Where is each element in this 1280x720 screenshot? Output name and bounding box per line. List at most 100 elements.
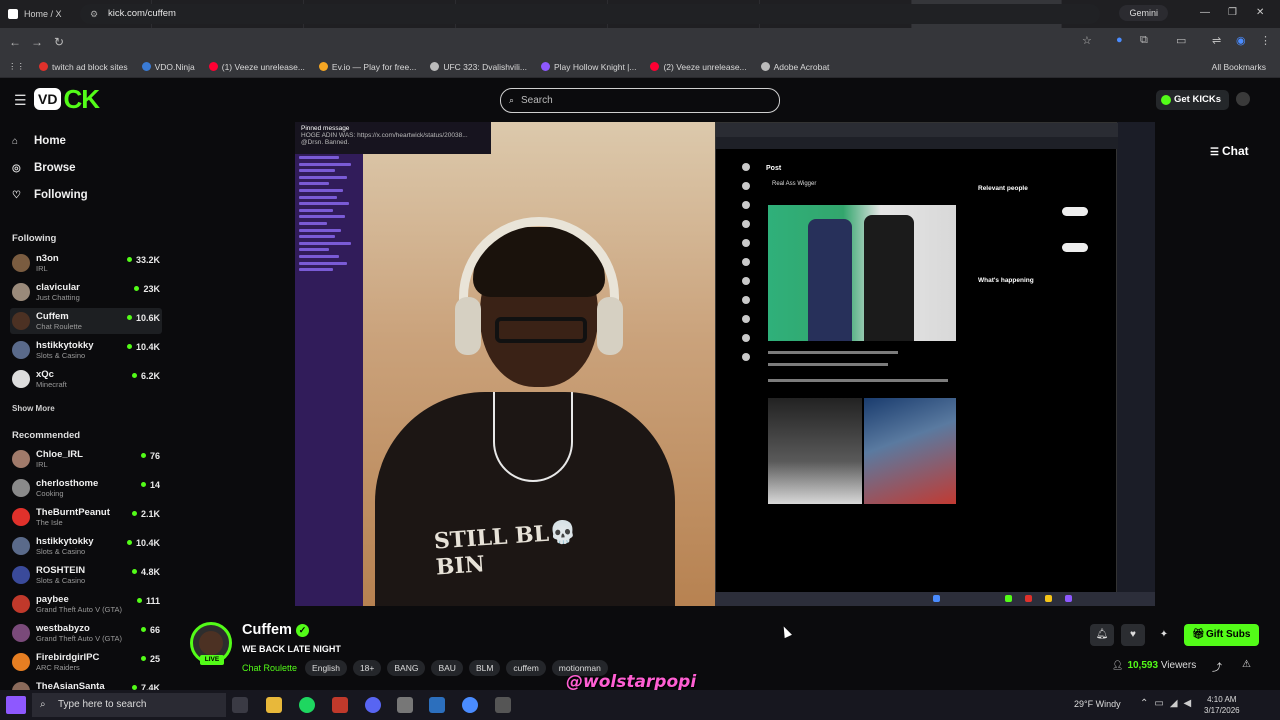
channel-name: n3on — [36, 253, 59, 264]
bookmark-item[interactable]: (2) Veeze unrelease... — [650, 62, 747, 72]
x-more-icon — [742, 353, 750, 361]
sidebar-channel[interactable]: westbabyzo Grand Theft Auto V (GTA) 66 — [10, 620, 162, 646]
pinned-message: Pinned message HOGE ADIN WAS: https://x.… — [295, 122, 491, 154]
earcup-left — [455, 297, 481, 355]
extension-icon[interactable]: ● — [1116, 34, 1123, 46]
sidebar-channel[interactable]: hstikkytokky Slots & Casino 10.4K — [10, 533, 162, 559]
show-more-button[interactable]: Show More — [12, 404, 55, 413]
bookmark-item[interactable]: VDO.Ninja — [141, 62, 195, 72]
share-icon[interactable]: ⤴ — [1212, 659, 1222, 674]
sidebar-channel[interactable]: xQc Minecraft 6.2K — [10, 366, 162, 392]
user-avatar[interactable] — [1236, 92, 1250, 106]
twitch-start-icon[interactable] — [6, 696, 26, 714]
sidebar-channel[interactable]: FirebirdgirlPC ARC Raiders 25 — [10, 649, 162, 675]
bookmark-item[interactable]: Play Hollow Knight |... — [540, 62, 636, 72]
chrome-icon[interactable] — [462, 697, 478, 713]
channel-avatar — [12, 595, 30, 613]
bookmark-item[interactable]: UFC 323: Dvalishvili... — [430, 62, 527, 72]
site-info-icon[interactable]: ⚙ — [90, 4, 98, 24]
search-input[interactable]: ⌕ Search — [500, 88, 780, 113]
browser-menu-icon[interactable]: ⋮ — [1260, 34, 1271, 47]
app-icon[interactable] — [429, 697, 445, 713]
sidebar-channel[interactable]: Cuffem Chat Roulette 10.6K — [10, 308, 162, 334]
kick-logo[interactable]: VD CK — [34, 84, 100, 114]
stream-tag[interactable]: BANG — [387, 660, 426, 676]
nav-browse-label: Browse — [34, 162, 76, 174]
apps-grid-icon[interactable]: ⋮⋮ — [8, 61, 25, 72]
settings-icon[interactable] — [495, 697, 511, 713]
channel-avatar — [12, 450, 30, 468]
stream-tag[interactable]: 18+ — [352, 660, 382, 676]
bookmark-item[interactable]: (1) Veeze unrelease... — [208, 62, 305, 72]
channel-avatar — [12, 370, 30, 388]
report-icon[interactable]: ⚠ — [1242, 659, 1251, 670]
extensions-puzzle-icon[interactable]: ⧉ — [1140, 34, 1148, 47]
url-bar[interactable]: ⚙ kick.com/cuffem — [80, 4, 1100, 24]
close-window-icon[interactable]: ✕ — [1256, 7, 1264, 18]
live-dot-icon — [131, 511, 137, 516]
sidebar-channel[interactable]: Chloe_IRL IRL 76 — [10, 446, 162, 472]
tab-search-icon[interactable]: ⇌ — [1212, 34, 1221, 47]
obs-icon[interactable] — [397, 697, 413, 713]
bookmark-item[interactable]: Adobe Acrobat — [760, 61, 830, 72]
bookmark-favicon-icon — [39, 62, 48, 71]
live-dot-icon — [131, 373, 137, 378]
sidebar-channel[interactable]: TheBurntPeanut The Isle 2.1K — [10, 504, 162, 530]
nav-browse[interactable]: ◎ Browse — [12, 162, 76, 174]
taskbar-search[interactable]: ⌕ Type here to search — [32, 693, 226, 717]
menu-icon[interactable]: ☰ — [14, 92, 27, 109]
app-icon — [1005, 595, 1012, 602]
bookmark-label: Adobe Acrobat — [773, 61, 830, 72]
chat-line — [299, 248, 329, 252]
live-dot-icon — [126, 540, 132, 545]
reload-icon[interactable]: ↻ — [48, 35, 70, 49]
all-bookmarks[interactable]: All Bookmarks — [1212, 62, 1266, 72]
cast-icon[interactable]: ▭ — [1176, 34, 1186, 47]
system-tray-icons[interactable]: ⌃▭◢◀ — [1140, 698, 1197, 709]
nav-following[interactable]: ♡ Following — [12, 189, 88, 201]
discord-icon[interactable] — [365, 697, 381, 713]
sidebar-channel[interactable]: cherlosthome Cooking 14 — [10, 475, 162, 501]
kick-boost-button[interactable]: ✦ — [1152, 624, 1176, 646]
channel-viewer-count: 10.4K — [135, 342, 160, 352]
gemini-button[interactable]: Gemini — [1119, 5, 1168, 21]
stream-tag[interactable]: cuffem — [506, 660, 546, 676]
sidebar-channel[interactable]: clavicular Just Chatting 23K — [10, 279, 162, 305]
chat-line — [299, 215, 345, 219]
stream-tag[interactable]: English — [305, 660, 347, 676]
nav-home[interactable]: ⌂ Home — [12, 135, 66, 147]
stream-tag[interactable]: BLM — [468, 660, 501, 676]
sidebar-channel[interactable]: ROSHTEIN Slots & Casino 4.8K — [10, 562, 162, 588]
gift-subs-button[interactable]: 🎁︎ Gift Subs — [1184, 624, 1260, 646]
sidebar-channel[interactable]: paybee Grand Theft Auto V (GTA) 111 — [10, 591, 162, 617]
bookmark-star-icon[interactable]: ☆ — [1082, 34, 1092, 47]
clock[interactable]: 4:10 AM 3/17/2026 — [1204, 694, 1240, 716]
minimize-icon[interactable]: — — [1200, 7, 1210, 18]
get-kicks-button[interactable]: Get KICKs — [1156, 90, 1229, 110]
weather-widget[interactable]: 29°F Windy — [1074, 699, 1121, 709]
video-player[interactable]: STILL BL💀BIN Pinned message HOGE ADIN WA… — [295, 122, 1155, 606]
streamer-name[interactable]: Cuffem — [242, 622, 292, 638]
maximize-icon[interactable]: ❐ — [1228, 7, 1237, 18]
kicks-coin-icon — [1161, 95, 1171, 105]
file-explorer-icon[interactable] — [266, 697, 282, 713]
sidebar-channel[interactable]: n3on IRL 33.2K — [10, 250, 162, 276]
stream-category[interactable]: Chat Roulette — [242, 663, 297, 673]
task-view-icon[interactable] — [232, 697, 248, 713]
bookmark-item[interactable]: Ev.io — Play for free... — [318, 62, 416, 72]
chat-toggle-button[interactable]: ☰ Chat — [1210, 144, 1249, 158]
channel-category: Just Chatting — [36, 293, 80, 302]
sidebar-channel[interactable]: hstikkytokky Slots & Casino 10.4K — [10, 337, 162, 363]
chat-line — [299, 222, 327, 225]
bookmark-favicon-icon — [141, 62, 151, 71]
profile-icon[interactable]: ◉ — [1236, 34, 1246, 47]
back-icon[interactable]: ← — [4, 35, 26, 49]
spotify-icon[interactable] — [299, 697, 315, 713]
stream-tag[interactable]: BAU — [431, 660, 463, 676]
follow-button[interactable]: ♥ — [1121, 624, 1145, 646]
app-icon[interactable] — [332, 697, 348, 713]
forward-icon[interactable]: → — [26, 35, 48, 49]
chat-line — [299, 241, 351, 245]
bookmark-item[interactable]: twitch ad block sites — [39, 62, 128, 72]
notification-bell-button[interactable]: 🔔︎ — [1090, 624, 1114, 646]
